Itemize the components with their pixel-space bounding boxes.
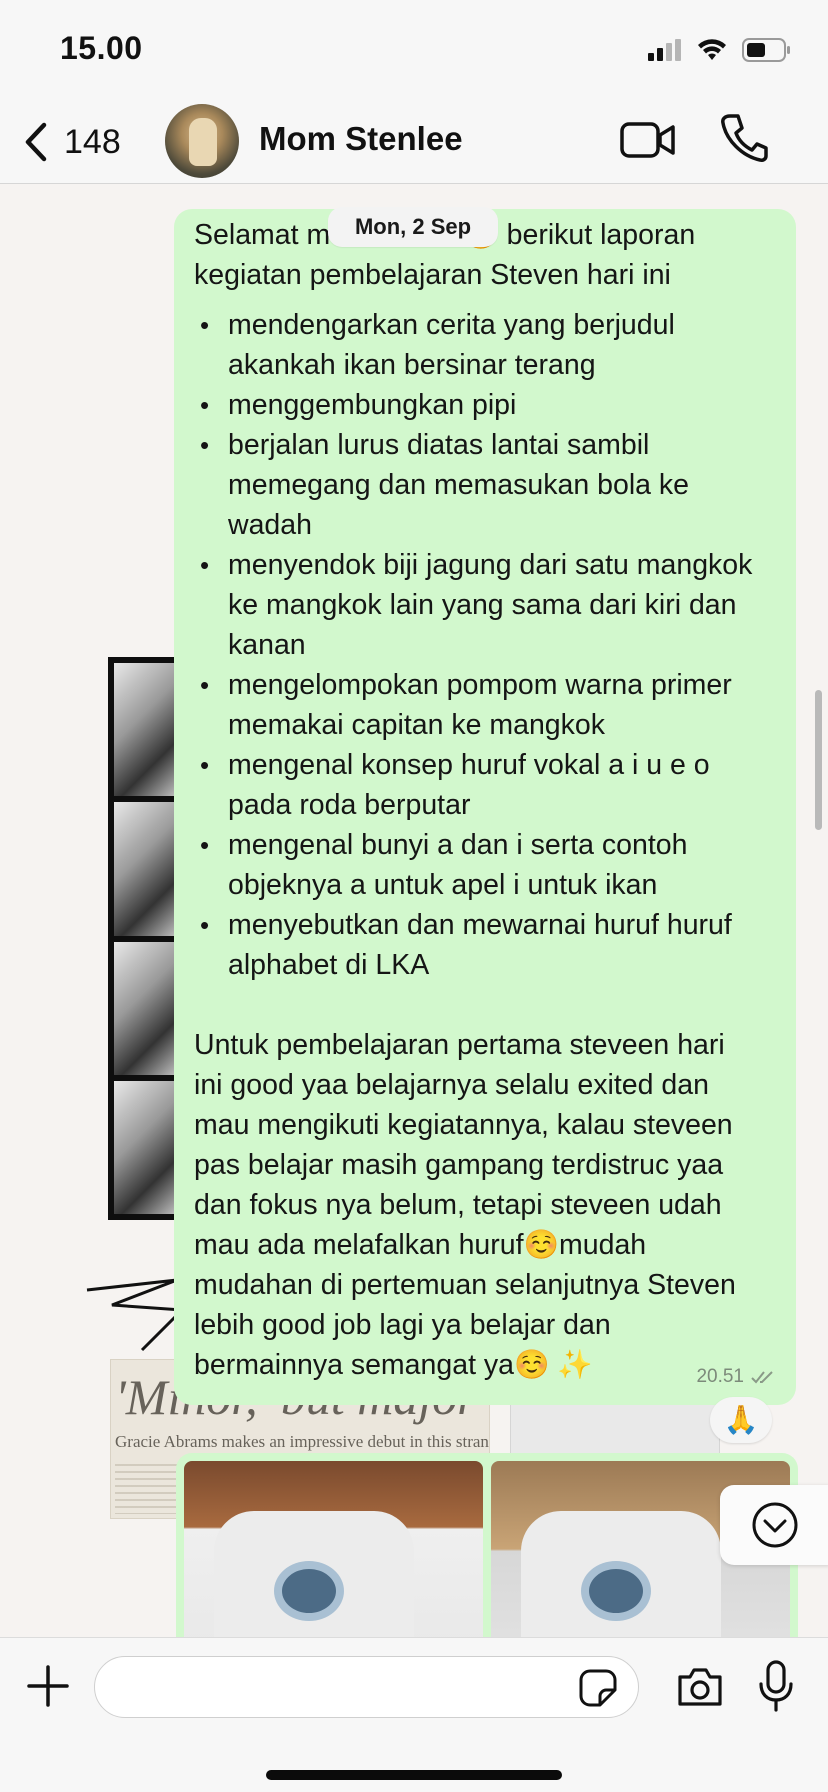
list-item: menggembungkan pipi (194, 385, 776, 425)
chevron-down-circle-icon (752, 1502, 798, 1548)
chevron-left-icon (25, 122, 47, 162)
scroll-to-bottom-button[interactable] (720, 1485, 828, 1565)
camera-icon[interactable] (676, 1665, 724, 1709)
status-icons (648, 36, 792, 64)
microphone-icon[interactable] (758, 1660, 794, 1712)
message-line: Untuk pembelajaran pertama steveen hari (194, 1029, 725, 1061)
strip-frame (114, 941, 182, 1075)
message-line: lebih good job lagi ya belajar dan (194, 1309, 611, 1341)
message-time: 20.51 (696, 1366, 744, 1387)
photo-thumbnail[interactable] (184, 1461, 483, 1637)
video-camera-icon[interactable] (620, 118, 676, 162)
avatar[interactable] (165, 104, 239, 178)
list-item: mengelompokan pompom warna primer memaka… (194, 665, 776, 745)
activity-list: mendengarkan cerita yang berjudul akanka… (194, 305, 776, 985)
composer-bar (0, 1637, 828, 1792)
home-indicator[interactable] (266, 1770, 562, 1780)
message-line: kegiatan pembelajaran Steven hari ini (194, 259, 671, 291)
list-item: menyebutkan dan mewarnai huruf huruf alp… (194, 905, 776, 985)
chat-area[interactable]: 'Minor,' but major Gracie Abrams makes a… (0, 185, 828, 1637)
double-check-icon (751, 1371, 773, 1384)
strip-frame (114, 1080, 182, 1214)
date-separator: Mon, 2 Sep (328, 207, 498, 247)
back-button[interactable]: 148 (22, 114, 121, 170)
unread-count: 148 (64, 122, 121, 161)
list-item: menyendok biji jagung dari satu mangkok … (194, 545, 776, 665)
signal-icon (648, 39, 681, 61)
message-line: mau mengikuti kegiatannya, kalau steveen (194, 1109, 733, 1141)
message-meta: 20.51 (696, 1357, 776, 1397)
scrollbar[interactable] (815, 690, 822, 830)
message-line: mudahan di pertemuan selanjutnya Steven (194, 1269, 736, 1301)
message-line: pas belajar masih gampang terdistruc yaa (194, 1149, 724, 1181)
message-closing: Untuk pembelajaran pertama steveen hari … (194, 1025, 776, 1385)
status-time: 15.00 (60, 30, 143, 66)
list-item: mendengarkan cerita yang berjudul akanka… (194, 305, 776, 385)
message-line: dan fokus nya belum, tetapi steveen udah (194, 1189, 722, 1221)
thumb-shirt-print (581, 1561, 651, 1621)
message-line: bermainnya semangat ya☺️ ✨ (194, 1349, 593, 1381)
phone-icon[interactable] (720, 112, 768, 164)
status-bar: 15.00 (0, 0, 828, 100)
message-line: ini good yaa belajarnya selalu exited da… (194, 1069, 709, 1101)
message-bubble[interactable]: Selamat malam mom☺️ berikut laporan kegi… (174, 209, 796, 1405)
reaction-badge[interactable]: 🙏 (710, 1397, 772, 1443)
avatar-figure (189, 118, 217, 166)
newspaper-subline: Gracie Abrams makes an impressive debut … (115, 1432, 489, 1451)
battery-icon (742, 38, 790, 62)
thumb-shirt-print (274, 1561, 344, 1621)
list-item: berjalan lurus diatas lantai sambil meme… (194, 425, 776, 545)
media-bubble[interactable] (176, 1453, 798, 1637)
strip-frame (114, 802, 182, 936)
strip-frame (114, 663, 182, 797)
message-input[interactable] (94, 1656, 639, 1718)
contact-name[interactable]: Mom Stenlee (259, 120, 463, 158)
chat-header: 148 Mom Stenlee (0, 100, 828, 184)
wifi-icon (698, 39, 726, 60)
message-line: mau ada melafalkan huruf☺️mudah (194, 1229, 647, 1261)
plus-icon[interactable] (26, 1664, 70, 1708)
list-item: mengenal konsep huruf vokal a i u e o pa… (194, 745, 776, 825)
list-item: mengenal bunyi a dan i serta contoh obje… (194, 825, 776, 905)
sticker-icon[interactable] (578, 1668, 618, 1708)
